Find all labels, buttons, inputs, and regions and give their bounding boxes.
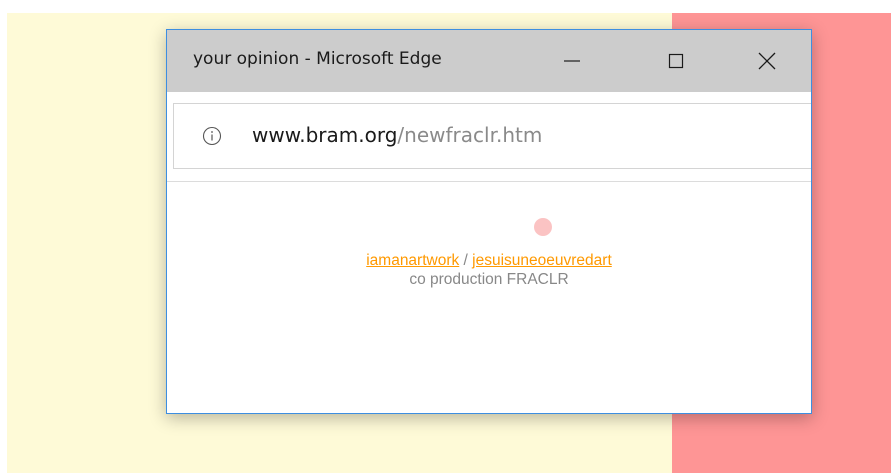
credits-block: iamanartwork / jesuisuneoeuvredart co pr… [167,251,811,289]
links-line: iamanartwork / jesuisuneoeuvredart [167,251,811,270]
pink-dot [534,218,552,236]
window-title: your opinion - Microsoft Edge [193,49,442,69]
edge-popup-window: your opinion - Microsoft Edge www.bram.o… [166,29,812,414]
close-icon [758,52,776,70]
title-bar[interactable]: your opinion - Microsoft Edge [167,30,811,92]
close-button[interactable] [742,30,792,92]
info-icon[interactable] [202,126,222,146]
jesuisuneoeuvredart-link[interactable]: jesuisuneoeuvredart [472,252,612,269]
url-domain: www.bram.org [252,123,398,147]
maximize-button[interactable] [651,30,701,92]
minimize-icon [564,60,580,62]
content-divider [167,181,811,182]
maximize-icon [668,53,684,69]
url-path: /newfraclr.htm [397,123,543,147]
minimize-button[interactable] [547,30,597,92]
address-bar[interactable]: www.bram.org/newfraclr.htm [173,103,811,169]
link-separator: / [459,252,473,269]
url-text[interactable]: www.bram.org/newfraclr.htm [252,123,542,147]
credit-text: co production FRACLR [409,271,569,288]
iamanartwork-link[interactable]: iamanartwork [366,252,459,269]
